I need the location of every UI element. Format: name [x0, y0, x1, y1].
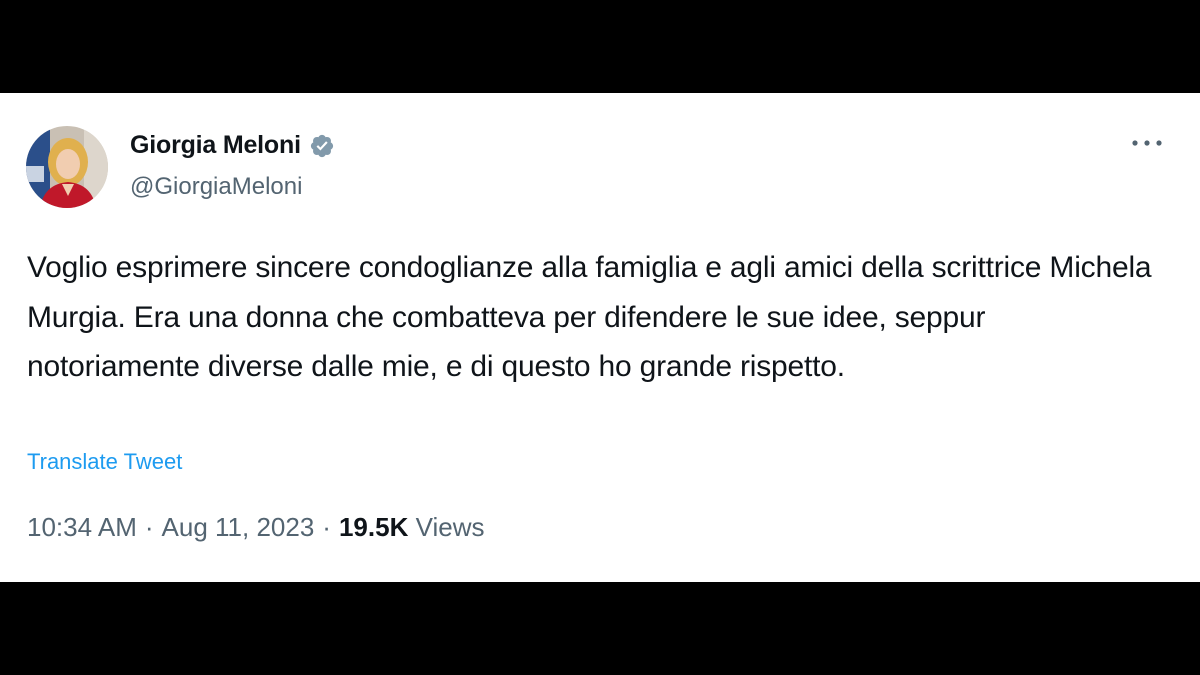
- avatar-photo: [26, 126, 108, 208]
- tweet-meta: 10:34 AM · Aug 11, 2023 · 19.5K Views: [27, 512, 484, 543]
- avatar[interactable]: [26, 126, 108, 208]
- more-horizontal-icon[interactable]: [1130, 131, 1164, 155]
- views-label: Views: [415, 512, 485, 542]
- author-display-name[interactable]: Giorgia Meloni: [130, 131, 301, 160]
- tweet-text: Voglio esprimere sincere condoglianze al…: [27, 251, 1152, 383]
- tweet-time[interactable]: 10:34 AM: [27, 512, 137, 542]
- tweet-card: Giorgia Meloni @GiorgiaMeloni Voglio esp…: [0, 93, 1200, 582]
- meta-separator: ·: [144, 512, 154, 542]
- views-count: 19.5K: [338, 512, 409, 542]
- author-name-row[interactable]: Giorgia Meloni: [130, 131, 335, 160]
- author-handle[interactable]: @GiorgiaMeloni: [130, 173, 302, 201]
- tweet-date[interactable]: Aug 11, 2023: [162, 512, 315, 542]
- meta-separator: ·: [322, 512, 331, 542]
- translate-tweet-link[interactable]: Translate Tweet: [27, 449, 182, 475]
- verified-badge-icon: [310, 134, 333, 157]
